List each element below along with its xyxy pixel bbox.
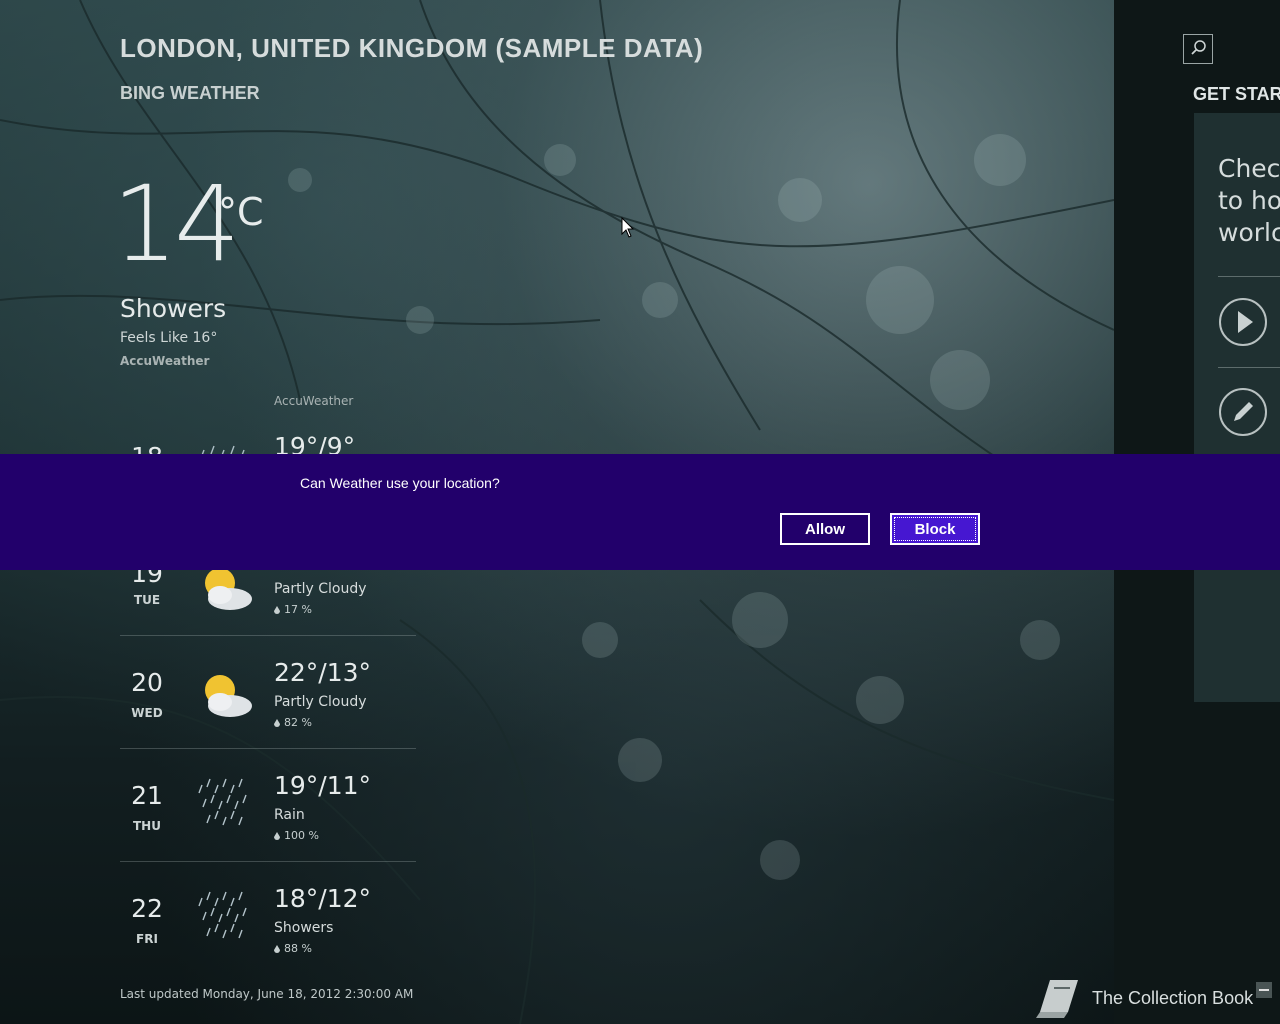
get-started-card[interactable]: Chec to ho worlc [1194,113,1280,702]
play-icon [1238,311,1253,333]
location-permission-banner: Can Weather use your location? Allow Blo… [0,454,1280,570]
forecast-condition: Rain [274,807,305,823]
precip-value: 100 % [284,829,319,842]
card-divider [1218,367,1280,368]
last-updated: Last updated Monday, June 18, 2012 2:30:… [120,987,414,1001]
precip-value: 82 % [284,716,312,729]
forecast-day[interactable]: 22 FRI 18°/12° Showers 88 % [120,862,416,974]
card-text: Chec to ho worlc [1218,154,1280,247]
rain-icon [194,888,256,944]
forecast-date: 20 [131,668,163,697]
minimize-button[interactable] [1256,982,1272,998]
book-icon[interactable] [1030,974,1082,1022]
app-brand: BING WEATHER [120,83,260,103]
forecast-date: 21 [131,781,163,810]
forecast-hilo: 22°/13° [274,658,372,687]
allow-button[interactable]: Allow [780,513,870,545]
forecast-weekday: THU [133,819,161,833]
search-button[interactable] [1183,34,1213,64]
feels-like: Feels Like 16° [120,330,218,346]
forecast-condition: Partly Cloudy [274,694,367,710]
forecast-weekday: WED [131,706,163,720]
get-started-heading: GET STARTED [1193,84,1280,104]
forecast-hilo: 18°/12° [274,884,372,913]
card-divider [1218,276,1280,277]
edit-button[interactable] [1219,388,1267,436]
forecast-condition: Showers [274,920,334,936]
block-button[interactable]: Block [890,513,980,545]
location-title: LONDON, UNITED KINGDOM (SAMPLE DATA) [120,33,704,63]
droplet-icon [274,719,280,727]
search-icon [1191,40,1206,55]
forecast-precip: 82 % [274,716,312,729]
droplet-icon [274,606,280,614]
forecast-weekday: TUE [133,593,161,607]
current-provider: AccuWeather [120,354,210,368]
partly-cloudy-icon [194,668,256,724]
mouse-cursor-icon [621,217,635,238]
precip-value: 88 % [284,942,312,955]
pencil-icon [1234,402,1253,421]
temperature-unit[interactable]: °C [218,190,264,234]
forecast-condition: Partly Cloudy [274,581,367,597]
droplet-icon [274,832,280,840]
permission-question: Can Weather use your location? [300,475,500,491]
current-condition: Showers [120,294,227,323]
droplet-icon [274,945,280,953]
forecast-weekday: FRI [136,932,158,946]
rain-icon [194,775,256,831]
collection-label[interactable]: The Collection Book [1092,988,1253,1009]
forecast-day[interactable]: 20 WED 22°/13° Partly Cloudy 82 % [120,636,416,749]
forecast-provider: AccuWeather [274,394,354,408]
precip-value: 17 % [284,603,312,616]
forecast-precip: 88 % [274,942,312,955]
forecast-precip: 17 % [274,603,312,616]
forecast-hilo: 19°/11° [274,771,372,800]
forecast-day[interactable]: 21 THU 19°/11° Rain 100 % [120,749,416,862]
forecast-date: 22 [131,894,163,923]
forecast-precip: 100 % [274,829,319,842]
weather-app-window: LONDON, UNITED KINGDOM (SAMPLE DATA) BIN… [0,0,1280,1024]
play-button[interactable] [1219,298,1267,346]
